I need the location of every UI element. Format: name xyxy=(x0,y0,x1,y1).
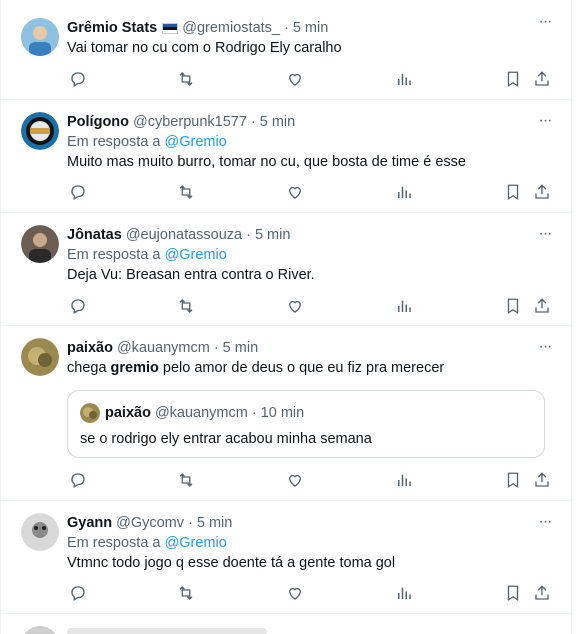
more-icon[interactable]: ··· xyxy=(535,337,555,357)
like-icon[interactable] xyxy=(284,181,306,203)
like-icon[interactable] xyxy=(284,469,306,491)
tweet-text: chega gremio pelo amor de deus o que eu … xyxy=(67,358,557,378)
reply-mention-link[interactable]: @Gremio xyxy=(165,535,227,551)
author-name[interactable]: Jônatas xyxy=(67,225,122,245)
author-name[interactable]: Gyann xyxy=(67,513,112,533)
reply-mention-link[interactable]: @Gremio xyxy=(165,247,227,263)
share-icon[interactable] xyxy=(531,181,553,203)
avatar[interactable] xyxy=(21,626,59,634)
timestamp[interactable]: 5 min xyxy=(223,338,258,358)
retweet-icon[interactable] xyxy=(175,68,197,90)
retweet-icon[interactable] xyxy=(175,582,197,604)
reply-prefix: Em resposta a xyxy=(67,535,161,551)
like-icon[interactable] xyxy=(284,295,306,317)
quoted-timestamp[interactable]: 10 min xyxy=(261,403,305,423)
separator-dot: · xyxy=(250,114,256,130)
separator-dot: · xyxy=(251,405,257,421)
bookmark-icon[interactable] xyxy=(502,181,524,203)
separator-dot: · xyxy=(246,227,251,243)
author-handle[interactable]: @kauanymcm xyxy=(117,338,210,358)
views-icon[interactable] xyxy=(393,181,415,203)
like-icon[interactable] xyxy=(284,582,306,604)
reply-context: Em resposta a @Gremio xyxy=(67,533,557,553)
separator-dot: · xyxy=(283,20,289,36)
quoted-avatar[interactable] xyxy=(80,403,100,423)
views-icon[interactable] xyxy=(393,582,415,604)
timestamp[interactable]: 5 min xyxy=(255,225,290,245)
share-icon[interactable] xyxy=(531,582,553,604)
share-icon[interactable] xyxy=(531,68,553,90)
bookmark-icon[interactable] xyxy=(502,582,524,604)
tweet-text-start: chega xyxy=(67,360,111,376)
author-handle[interactable]: @gremiostats_ xyxy=(182,18,280,38)
views-icon[interactable] xyxy=(393,295,415,317)
avatar[interactable] xyxy=(21,225,59,263)
author-handle[interactable]: @cyberpunk1577 xyxy=(133,112,247,132)
retweet-icon[interactable] xyxy=(175,295,197,317)
tweet[interactable]: Grêmio Stats @gremiostats_ · 5 min Vai t… xyxy=(1,0,573,100)
more-icon[interactable]: ··· xyxy=(535,12,555,32)
tweet-text-bold: gremio xyxy=(110,360,159,376)
author-handle[interactable]: @Gycomv xyxy=(116,513,184,533)
avatar[interactable] xyxy=(21,18,59,56)
timestamp[interactable]: 5 min xyxy=(197,513,232,533)
reply-icon[interactable] xyxy=(67,582,89,604)
tweet-text-end: pelo amor de deus o que eu fiz pra merec… xyxy=(158,360,445,376)
tweet-text: Vtmnc todo jogo q esse doente tá a gente… xyxy=(67,555,396,571)
partial-header-placeholder xyxy=(67,628,267,634)
more-icon[interactable]: ··· xyxy=(535,224,555,244)
quoted-author-handle[interactable]: @kauanymcm xyxy=(155,403,248,423)
timestamp[interactable]: 5 min xyxy=(293,18,328,38)
tweet[interactable]: Jônatas @eujonatassouza · 5 min Em respo… xyxy=(1,213,573,326)
tweet-text: Muito mas muito burro, tomar no cu, que … xyxy=(67,154,466,170)
share-icon[interactable] xyxy=(531,295,553,317)
author-handle[interactable]: @eujonatassouza xyxy=(126,225,242,245)
reply-prefix: Em resposta a xyxy=(67,247,161,263)
like-icon[interactable] xyxy=(284,68,306,90)
reply-mention-link[interactable]: @Gremio xyxy=(165,134,227,150)
timeline-feed: Grêmio Stats @gremiostats_ · 5 min Vai t… xyxy=(0,0,573,634)
reply-icon[interactable] xyxy=(67,181,89,203)
tweet-partial[interactable] xyxy=(1,614,573,634)
tweet[interactable]: Polígono @cyberpunk1577 · 5 min Em respo… xyxy=(1,100,573,213)
estonia-flag-icon xyxy=(162,22,179,34)
more-icon[interactable]: ··· xyxy=(535,111,555,131)
reply-icon[interactable] xyxy=(67,295,89,317)
share-icon[interactable] xyxy=(531,469,553,491)
author-name[interactable]: paixão xyxy=(67,338,113,358)
retweet-icon[interactable] xyxy=(175,469,197,491)
bookmark-icon[interactable] xyxy=(502,469,524,491)
avatar[interactable] xyxy=(21,112,59,150)
reply-context: Em resposta a @Gremio xyxy=(67,132,557,152)
bookmark-icon[interactable] xyxy=(502,295,524,317)
reply-context: Em resposta a @Gremio xyxy=(67,245,557,265)
separator-dot: · xyxy=(213,340,219,356)
reply-icon[interactable] xyxy=(67,469,89,491)
views-icon[interactable] xyxy=(393,68,415,90)
tweet-text: Vai tomar no cu com o Rodrigo Ely caralh… xyxy=(67,40,342,56)
tweet-text: Deja Vu: Breasan entra contra o River. xyxy=(67,267,315,283)
more-icon[interactable]: ··· xyxy=(535,512,555,532)
tweet[interactable]: paixão @kauanymcm · 5 min chega gremio p… xyxy=(1,326,573,501)
quoted-tweet-text: se o rodrigo ely entrar acabou minha sem… xyxy=(80,431,372,447)
avatar[interactable] xyxy=(21,338,59,376)
reply-icon[interactable] xyxy=(67,68,89,90)
separator-dot: · xyxy=(188,515,193,531)
avatar[interactable] xyxy=(21,513,59,551)
views-icon[interactable] xyxy=(393,469,415,491)
reply-prefix: Em resposta a xyxy=(67,134,161,150)
author-name[interactable]: Polígono xyxy=(67,112,129,132)
quoted-author-name[interactable]: paixão xyxy=(105,403,151,423)
bookmark-icon[interactable] xyxy=(502,68,524,90)
author-name[interactable]: Grêmio Stats xyxy=(67,18,157,38)
timestamp[interactable]: 5 min xyxy=(260,112,295,132)
retweet-icon[interactable] xyxy=(175,181,197,203)
quoted-tweet[interactable]: paixão @kauanymcm · 10 min se o rodrigo … xyxy=(67,390,545,458)
tweet[interactable]: Gyann @Gycomv · 5 min Em resposta a @Gre… xyxy=(1,501,573,614)
